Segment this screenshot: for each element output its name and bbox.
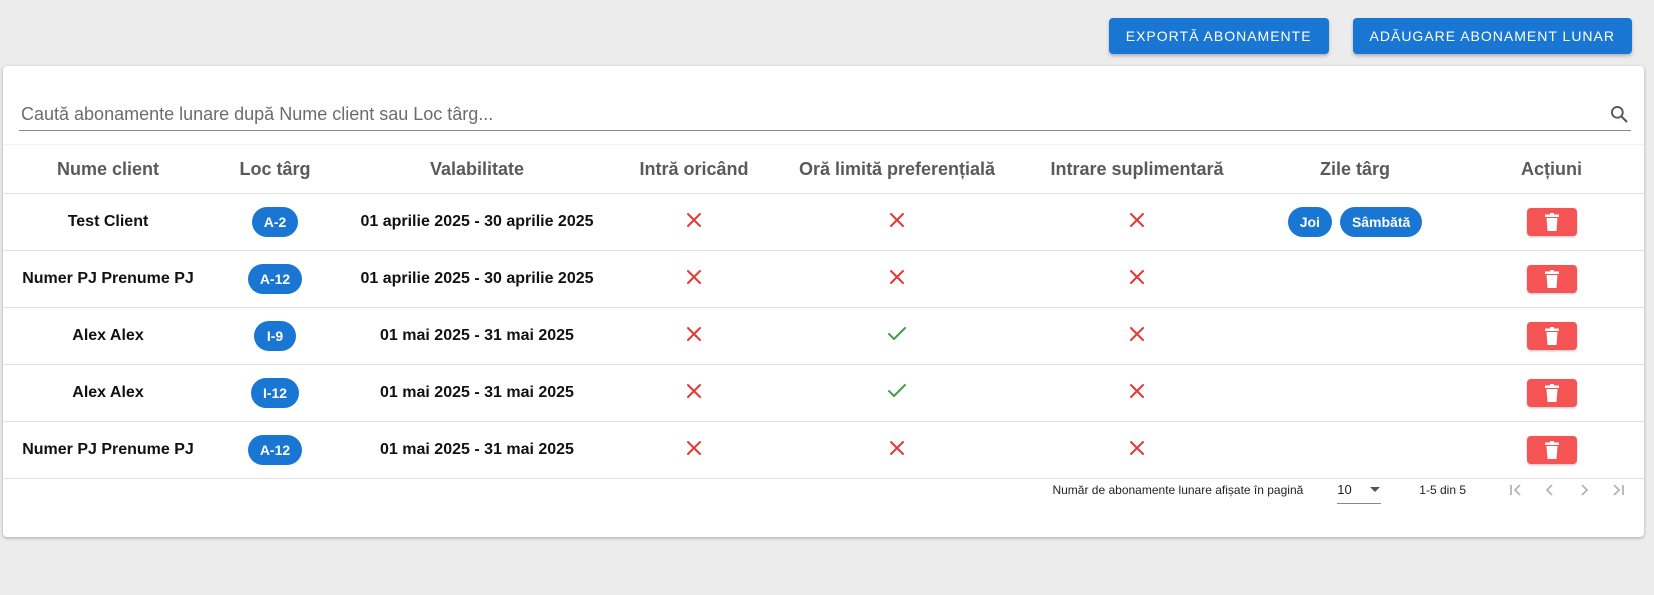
extra-entry-cell xyxy=(1023,307,1251,365)
cross-icon xyxy=(889,212,905,232)
page-range: 1-5 din 5 xyxy=(1419,483,1466,497)
fair-days-cell xyxy=(1251,250,1459,308)
anytime-cell xyxy=(617,250,771,308)
export-subscriptions-button[interactable]: EXPORTĂ ABONAMENTE xyxy=(1108,18,1329,54)
pref-hour-cell xyxy=(771,364,1023,422)
client-name: Test Client xyxy=(3,193,213,251)
loc-badge: A-12 xyxy=(247,264,303,294)
loc-badge: I-12 xyxy=(250,378,300,408)
loc-cell: A-2 xyxy=(213,193,337,251)
actions-cell xyxy=(1459,193,1644,251)
validity: 01 mai 2025 - 31 mai 2025 xyxy=(337,364,617,422)
search-icon[interactable] xyxy=(1607,102,1631,126)
trash-icon xyxy=(1544,441,1559,459)
loc-cell: I-12 xyxy=(213,364,337,422)
rows-per-page-label: Număr de abonamente lunare afișate în pa… xyxy=(1052,483,1304,497)
previous-page-icon[interactable] xyxy=(1538,478,1562,502)
cross-icon xyxy=(1129,440,1145,460)
extra-entry-cell xyxy=(1023,364,1251,422)
table-row: Test Client A-2 01 aprilie 2025 - 30 april… xyxy=(3,193,1644,251)
loc-badge: I-9 xyxy=(254,321,296,351)
client-name: Alex Alex xyxy=(3,307,213,365)
table-row: Numer PJ Prenume PJ A-12 01 aprilie 2025 -… xyxy=(3,250,1644,308)
pref-hour-cell xyxy=(771,193,1023,251)
header-validity[interactable]: Valabilitate xyxy=(337,144,617,194)
delete-button[interactable] xyxy=(1526,208,1577,236)
delete-button[interactable] xyxy=(1526,265,1577,293)
trash-icon xyxy=(1544,384,1559,402)
check-icon xyxy=(887,326,907,346)
first-page-icon[interactable] xyxy=(1504,478,1528,502)
client-name: Alex Alex xyxy=(3,364,213,422)
validity: 01 aprilie 2025 - 30 aprilie 2025 xyxy=(337,193,617,251)
fair-day-badge: Joi xyxy=(1287,207,1332,237)
validity: 01 aprilie 2025 - 30 aprilie 2025 xyxy=(337,250,617,308)
loc-badge: A-2 xyxy=(251,207,299,237)
top-actions: EXPORTĂ ABONAMENTE ADĂUGARE ABONAMENT LU… xyxy=(1108,18,1632,54)
cross-icon xyxy=(1129,212,1145,232)
header-fair-days[interactable]: Zile târg xyxy=(1251,144,1459,194)
pref-hour-cell xyxy=(771,307,1023,365)
header-extra-entry[interactable]: Intrare suplimentară xyxy=(1023,144,1251,194)
cross-icon xyxy=(889,269,905,289)
trash-icon xyxy=(1544,327,1559,345)
extra-entry-cell xyxy=(1023,193,1251,251)
header-actions: Acțiuni xyxy=(1459,144,1644,194)
header-anytime[interactable]: Intră oricând xyxy=(617,144,771,194)
extra-entry-cell xyxy=(1023,250,1251,308)
pref-hour-cell xyxy=(771,250,1023,308)
fair-days-cell xyxy=(1251,364,1459,422)
dropdown-arrow-icon xyxy=(1369,482,1381,497)
cross-icon xyxy=(1129,383,1145,403)
check-icon xyxy=(887,383,907,403)
add-monthly-subscription-button[interactable]: ADĂUGARE ABONAMENT LUNAR xyxy=(1352,18,1632,54)
anytime-cell xyxy=(617,364,771,422)
fair-day-badge: Sâmbătă xyxy=(1339,207,1423,237)
trash-icon xyxy=(1544,213,1559,231)
header-pref-hour[interactable]: Oră limită preferențială xyxy=(771,144,1023,194)
delete-button[interactable] xyxy=(1526,379,1577,407)
cross-icon xyxy=(686,383,702,403)
search-bar xyxy=(19,98,1631,131)
cross-icon xyxy=(889,440,905,460)
table-header-row: Nume client Loc târg Valabilitate Intră … xyxy=(3,144,1644,194)
validity: 01 mai 2025 - 31 mai 2025 xyxy=(337,307,617,365)
actions-cell xyxy=(1459,250,1644,308)
fair-days-cell: Joi Sâmbătă xyxy=(1251,193,1459,251)
table-row: Alex Alex I-9 01 mai 2025 - 31 mai 2025 xyxy=(3,307,1644,365)
actions-cell xyxy=(1459,364,1644,422)
cross-icon xyxy=(686,440,702,460)
rows-per-page-select[interactable]: 10 xyxy=(1337,477,1382,504)
loc-badge: A-12 xyxy=(247,435,303,465)
next-page-icon[interactable] xyxy=(1572,478,1596,502)
cross-icon xyxy=(1129,269,1145,289)
delete-button[interactable] xyxy=(1526,322,1577,350)
pagination: Număr de abonamente lunare afișate în pa… xyxy=(3,464,1644,516)
search-input[interactable] xyxy=(19,100,1607,128)
fair-days-cell xyxy=(1251,307,1459,365)
subscriptions-card: Nume client Loc târg Valabilitate Intră … xyxy=(3,66,1644,537)
subscriptions-table: Nume client Loc târg Valabilitate Intră … xyxy=(3,144,1644,479)
page-navigation xyxy=(1504,478,1630,502)
loc-cell: I-9 xyxy=(213,307,337,365)
cross-icon xyxy=(1129,326,1145,346)
header-loc[interactable]: Loc târg xyxy=(213,144,337,194)
anytime-cell xyxy=(617,307,771,365)
cross-icon xyxy=(686,269,702,289)
table-row: Alex Alex I-12 01 mai 2025 - 31 mai 2025 xyxy=(3,364,1644,422)
loc-cell: A-12 xyxy=(213,250,337,308)
cross-icon xyxy=(686,212,702,232)
header-client[interactable]: Nume client xyxy=(3,144,213,194)
rows-per-page-value: 10 xyxy=(1337,482,1352,497)
cross-icon xyxy=(686,326,702,346)
client-name: Numer PJ Prenume PJ xyxy=(3,250,213,308)
actions-cell xyxy=(1459,307,1644,365)
delete-button[interactable] xyxy=(1526,436,1577,464)
anytime-cell xyxy=(617,193,771,251)
trash-icon xyxy=(1544,270,1559,288)
last-page-icon[interactable] xyxy=(1606,478,1630,502)
